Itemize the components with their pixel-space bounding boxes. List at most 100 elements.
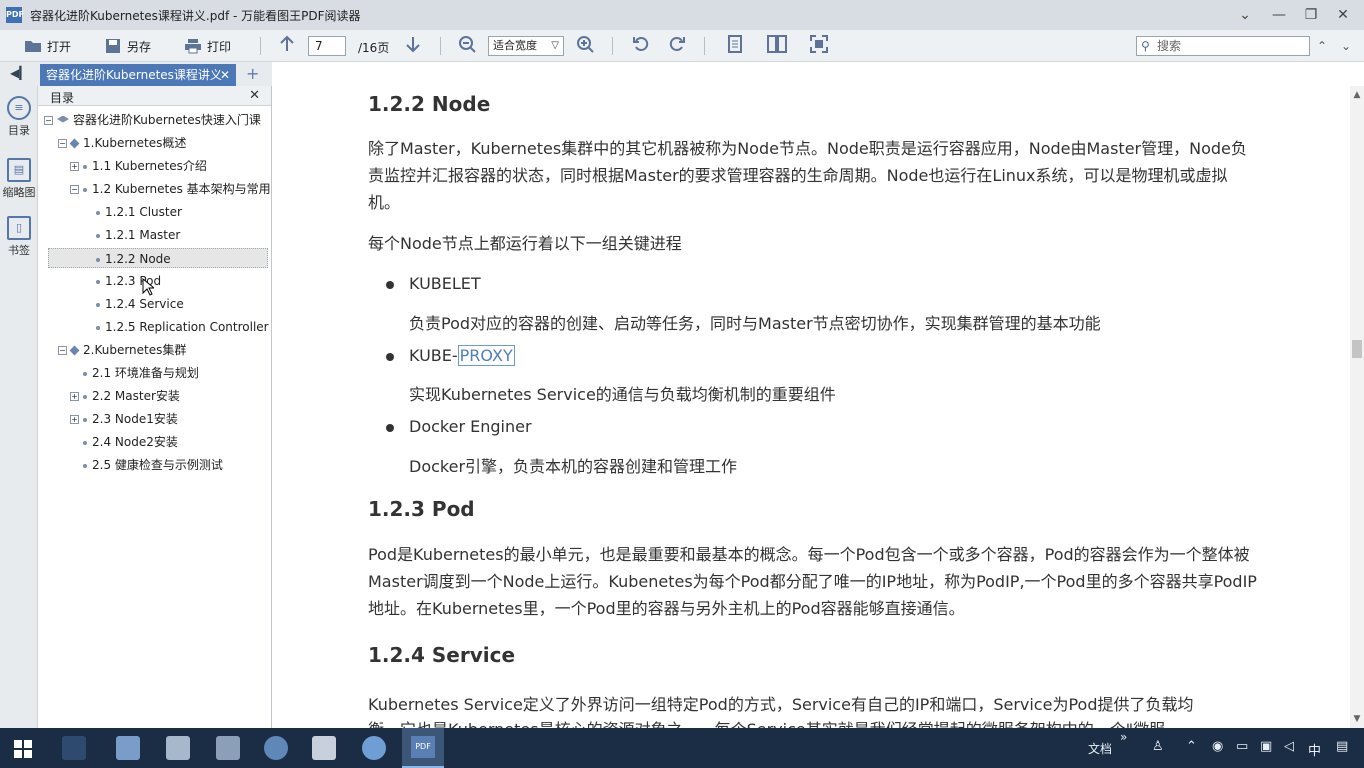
bullet-icon [96,302,100,307]
toc-item[interactable]: 2.4 Node2安装 [83,432,178,452]
collapse-icon[interactable]: − [58,139,67,148]
zoom-in-button[interactable] [574,35,596,57]
paragraph: 衡。它也是Kubernetes最核心的资源对象之一，每个Service其实就是我… [368,716,1165,728]
add-tab-button[interactable]: + [246,64,259,83]
search-input[interactable]: ⚲ 搜索 [1136,36,1310,56]
next-page-button[interactable] [402,35,424,57]
network-icon[interactable]: ◉ [1212,739,1223,754]
fullscreen-button[interactable] [808,35,830,57]
expand-icon[interactable]: + [70,415,79,424]
page-number-input[interactable]: 7 [308,36,346,56]
toc-item[interactable]: − 1.Kubernetes概述 [58,133,186,153]
vertical-scrollbar[interactable]: ▲ ▼ [1350,86,1364,728]
toc-item[interactable]: − 1.2 Kubernetes 基本架构与常用 [70,179,271,199]
toc-item-label: 2.Kubernetes集群 [83,343,187,357]
toc-item-label: 1.2.1 Master [105,228,181,242]
toc-item[interactable]: 1.2.1 Cluster [96,202,182,222]
toolbar-divider [260,37,261,55]
toc-item[interactable]: 2.5 健康检查与示例测试 [83,455,223,475]
collapse-sidebar-icon[interactable]: ◀▎ [10,66,28,80]
fullscreen-icon [810,35,828,53]
toolbar-divider [612,37,613,55]
bullet-icon [386,353,394,361]
search-next-button[interactable]: ⌄ [1336,36,1356,56]
bullet-icon [83,164,87,169]
toc-item[interactable]: +2.3 Node1安装 [70,409,178,429]
close-window-button[interactable]: ✕ [1330,4,1356,26]
browser-icon[interactable] [264,736,288,760]
saveas-label: 另存 [127,39,152,54]
toc-item[interactable]: 1.2.1 Master [96,225,180,245]
battery-icon[interactable]: ▭ [1236,739,1248,754]
zoom-mode-value: 适合宽度 [493,39,537,52]
app-icon[interactable] [62,736,86,760]
sidebar-item-thumbnails[interactable]: ▤ 缩略图 [0,158,38,200]
saveas-button[interactable]: 另存 [104,35,151,57]
toc-item[interactable]: 2.1 环境准备与规划 [83,363,199,383]
app-icon[interactable] [166,736,190,760]
bullet-icon [83,417,87,422]
toc-item[interactable]: − 2.Kubernetes集群 [58,340,186,360]
open-button[interactable]: 打开 [24,35,71,57]
tab-close-icon[interactable]: ✕ [220,64,230,86]
tab-document[interactable]: 容器化进阶Kubernetes课程讲义 ✕ [40,64,236,86]
expand-icon[interactable]: + [70,162,79,171]
chevron-down-icon: ▽ [551,40,559,51]
bullet-icon [83,463,87,468]
windows-start-icon[interactable] [14,740,32,758]
collapse-icon[interactable]: − [44,116,53,125]
sidebar-item-bookmarks[interactable]: ▯ 书签 [0,216,38,258]
app-icon[interactable] [312,736,336,760]
expand-icon[interactable]: + [70,392,79,401]
search-prev-button[interactable]: ⌃ [1312,36,1332,56]
user-icon[interactable]: ♙ [1152,739,1164,754]
bullet-icon [96,233,100,238]
window-title: 容器化进阶Kubernetes课程讲义.pdf - 万能看图王PDF阅读器 [30,9,361,23]
toc-item-label: 2.4 Node2安装 [92,435,178,449]
taskbar-pdf-app[interactable]: PDF [402,728,444,768]
minimize-button[interactable]: — [1266,4,1292,26]
collapse-icon[interactable]: − [58,346,67,355]
text-selection-highlight[interactable]: PROXY [457,345,515,366]
app-icon[interactable] [216,736,240,760]
toc-item-label: 2.5 健康检查与示例测试 [92,458,223,472]
chevron-up-icon[interactable]: ⌃ [1186,739,1197,754]
scroll-up-icon[interactable]: ▲ [1350,88,1364,102]
scroll-down-icon[interactable]: ▼ [1350,712,1364,726]
toc-item[interactable]: +1.1 Kubernetes介绍 [70,156,207,176]
rotate-left-button[interactable] [630,35,652,57]
toc-item-label: 1.2.1 Cluster [105,205,182,219]
prev-page-button[interactable] [276,35,298,57]
save-icon [106,39,120,53]
toc-item[interactable]: 1.2.4 Service [96,294,184,314]
list-icon: ≡ [7,96,31,120]
menu-dropdown-icon[interactable]: ⌄ [1232,4,1258,26]
list-item-desc: 负责Pod对应的容器的创建、启动等任务，同时与Master节点密切协作，实现集群… [409,314,1101,333]
tray-doc-label[interactable]: 文档 [1088,740,1112,757]
ime-indicator[interactable]: 中 [1308,740,1321,759]
maximize-button[interactable]: ❐ [1298,4,1324,26]
collapse-icon[interactable]: − [70,185,79,194]
toc-item-selected[interactable]: 1.2.2 Node [48,248,268,268]
zoom-in-icon [577,36,594,53]
message-icon[interactable]: ▣ [1260,739,1272,754]
app-icon[interactable] [362,736,386,760]
toc-item[interactable]: − 容器化进阶Kubernetes快速入门课 [44,110,261,130]
volume-icon[interactable]: ◁ [1284,739,1294,754]
notification-icon[interactable]: ▤ [1336,739,1348,754]
sidebar-item-toc[interactable]: ≡ 目录 [0,96,38,138]
toolbar: 打开 另存 打印 7 /16页 适合宽度 ▽ ⚲ 搜索 ⌃ ⌄ [0,30,1364,62]
scroll-thumb[interactable] [1352,340,1362,358]
print-button[interactable]: 打印 [184,35,231,57]
single-page-button[interactable] [724,35,746,57]
tray-expand-icon[interactable]: » [1120,730,1127,744]
toc-item[interactable]: +2.2 Master安装 [70,386,180,406]
zoom-out-icon [459,36,476,53]
double-page-button[interactable] [766,35,788,57]
zoom-mode-select[interactable]: 适合宽度 ▽ [488,36,564,56]
toc-item[interactable]: 1.2.5 Replication Controller [96,317,269,337]
zoom-out-button[interactable] [456,35,478,57]
toc-close-icon[interactable]: ✕ [249,88,260,103]
rotate-right-button[interactable] [666,35,688,57]
app-icon[interactable] [116,736,140,760]
